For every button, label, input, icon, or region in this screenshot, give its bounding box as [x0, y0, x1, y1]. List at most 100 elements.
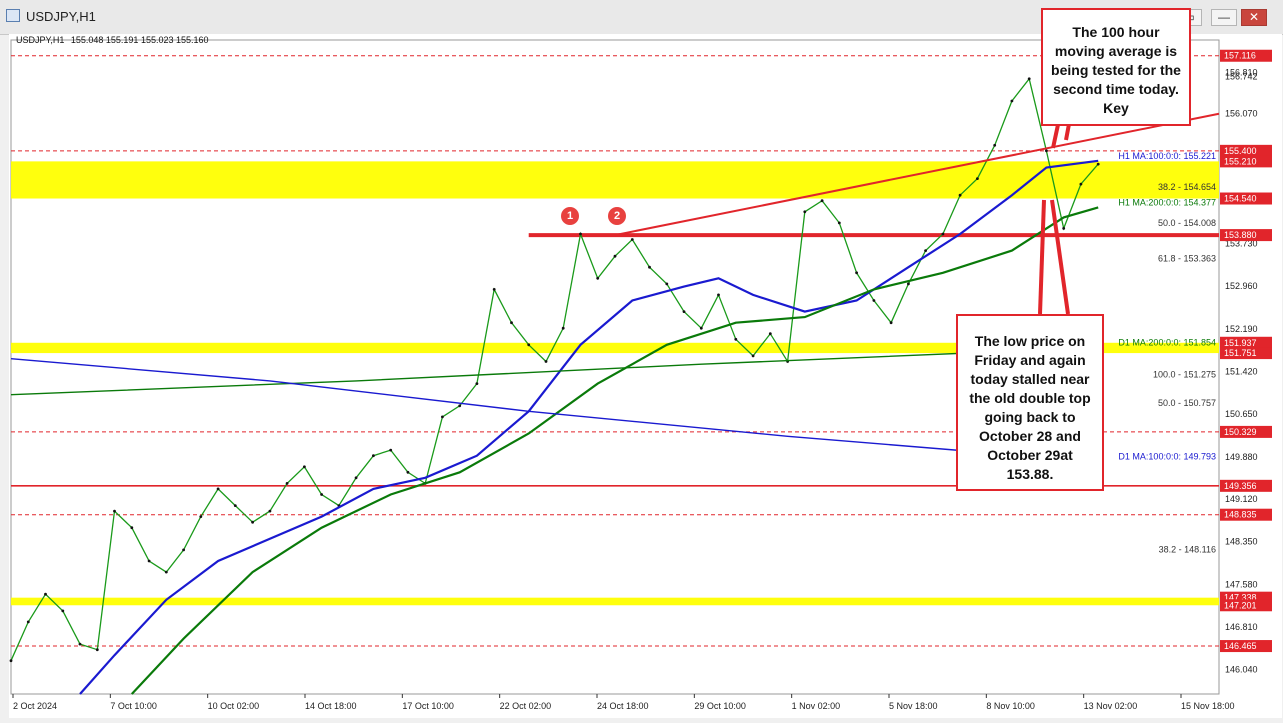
callout-double-top: The low price on Friday and again today …: [956, 314, 1104, 491]
price-point-49: [855, 271, 858, 275]
price-point-2: [44, 592, 47, 596]
x-tick-label-6: 24 Oct 18:00: [597, 701, 649, 711]
info-symbol: USDJPY,H1: [16, 35, 65, 45]
price-point-34: [596, 276, 600, 280]
window-title: USDJPY,H1: [26, 9, 96, 24]
price-point-41: [717, 293, 720, 297]
price-point-48: [837, 221, 841, 225]
level-label-8: D1 MA:200:0:0: 151.854: [1118, 337, 1216, 347]
price-point-3: [61, 609, 65, 613]
price-point-6: [113, 509, 116, 513]
level-label-6: H1 MA:100:0:0: 155.221: [1118, 151, 1216, 161]
y-tick-label-1: 156.742: [1225, 71, 1258, 81]
y-marker-label-11: 147.201: [1224, 600, 1257, 610]
level-label-5: 38.2 - 148.116: [1159, 545, 1216, 555]
price-point-30: [527, 343, 531, 347]
x-tick-label-11: 13 Nov 02:00: [1084, 701, 1138, 711]
price-point-9: [164, 570, 168, 574]
price-point-25: [441, 415, 444, 419]
callout-ma-test: The 100 hour moving average is being tes…: [1041, 8, 1191, 126]
price-point-46: [803, 210, 807, 214]
y-tick-label-13: 146.040: [1225, 665, 1258, 675]
y-marker-label-4: 153.880: [1224, 230, 1257, 240]
price-point-27: [475, 382, 479, 385]
y-tick-label-10: 148.350: [1225, 537, 1258, 547]
chart-window-icon: [6, 9, 20, 22]
price-point-23: [406, 470, 410, 474]
price-point-29: [510, 321, 513, 325]
y-marker-label-3: 154.540: [1224, 194, 1257, 204]
level-label-1: 50.0 - 154.008: [1158, 218, 1216, 228]
price-point-22: [389, 448, 393, 452]
y-marker-label-1: 155.400: [1224, 146, 1257, 156]
y-tick-label-4: 152.960: [1225, 281, 1258, 291]
price-point-42: [734, 337, 738, 341]
level-label-4: 50.0 - 150.757: [1158, 398, 1216, 408]
price-point-8: [147, 559, 151, 563]
price-point-60: [1045, 149, 1048, 153]
price-point-1: [26, 620, 30, 624]
level-label-9: D1 MA:100:0:0: 149.793: [1118, 452, 1216, 462]
y-tick-label-7: 150.650: [1225, 409, 1258, 419]
double-top-marker-1: 1: [561, 207, 579, 225]
price-point-63: [1096, 162, 1100, 166]
price-point-14: [251, 520, 255, 524]
price-point-33: [579, 232, 582, 236]
price-point-62: [1079, 182, 1083, 186]
info-ohlc: 155.048 155.191 155.023 155.160: [70, 35, 209, 45]
y-marker-label-7: 150.329: [1224, 427, 1257, 437]
price-point-17: [303, 465, 306, 469]
price-point-0: [9, 659, 13, 663]
price-point-52: [907, 282, 910, 286]
y-marker-label-5: 151.937: [1224, 338, 1257, 348]
y-marker-label-9: 148.835: [1224, 510, 1257, 520]
y-tick-label-5: 152.190: [1225, 324, 1258, 334]
x-tick-label-3: 14 Oct 18:00: [305, 701, 357, 711]
x-tick-label-10: 8 Nov 10:00: [986, 701, 1035, 711]
price-point-36: [630, 238, 634, 241]
x-tick-label-0: 2 Oct 2024: [13, 701, 57, 711]
zone-0: [11, 161, 1219, 199]
y-tick-label-8: 149.880: [1225, 452, 1258, 462]
price-point-55: [958, 193, 962, 197]
y-marker-label-12: 146.465: [1224, 641, 1257, 651]
price-point-7: [130, 526, 134, 530]
y-tick-label-11: 147.580: [1225, 579, 1258, 589]
y-tick-label-6: 151.420: [1225, 366, 1258, 376]
level-label-3: 100.0 - 151.275: [1153, 369, 1216, 379]
price-point-4: [78, 642, 82, 646]
x-tick-label-8: 1 Nov 02:00: [792, 701, 841, 711]
y-marker-label-2: 155.210: [1224, 156, 1257, 166]
price-point-40: [699, 326, 703, 330]
price-point-31: [544, 360, 548, 363]
zone-2: [11, 597, 1219, 606]
price-point-15: [268, 509, 272, 513]
x-tick-label-12: 15 Nov 18:00: [1181, 701, 1235, 711]
price-point-43: [751, 354, 755, 358]
price-point-35: [613, 254, 617, 258]
y-tick-label-9: 149.120: [1225, 494, 1258, 504]
price-point-47: [820, 199, 824, 203]
price-point-10: [182, 548, 186, 552]
price-point-58: [1010, 99, 1014, 103]
price-point-56: [976, 177, 979, 181]
double-top-marker-2: 2: [608, 207, 626, 225]
price-point-21: [372, 454, 375, 458]
price-point-51: [889, 321, 893, 325]
minimize-inner-button[interactable]: —: [1211, 9, 1237, 26]
ohlc-info-bar: USDJPY,H1 155.048 155.191 155.023 155.16…: [16, 35, 213, 45]
price-point-39: [682, 310, 686, 313]
price-point-59: [1027, 77, 1031, 81]
price-point-20: [354, 476, 358, 480]
price-point-37: [648, 265, 651, 269]
y-marker-label-0: 157.116: [1224, 51, 1256, 61]
close-button[interactable]: ✕: [1241, 9, 1267, 26]
level-label-7: H1 MA:200:0:0: 154.377: [1118, 198, 1216, 208]
x-tick-label-1: 7 Oct 10:00: [110, 701, 157, 711]
price-point-54: [941, 232, 945, 236]
price-point-57: [993, 143, 997, 147]
level-label-0: 38.2 - 154.654: [1158, 182, 1216, 192]
level-label-2: 61.8 - 153.363: [1158, 254, 1216, 264]
price-point-26: [458, 404, 462, 408]
price-point-18: [320, 493, 323, 496]
